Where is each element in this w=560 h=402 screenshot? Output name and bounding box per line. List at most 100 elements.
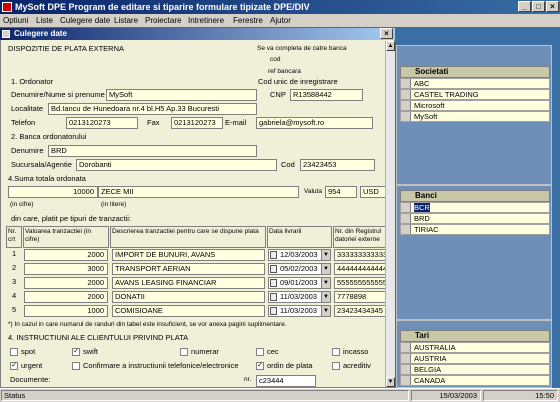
- dropdown-arrow-icon[interactable]: ▼: [321, 306, 330, 316]
- in-letters-label: (in litere): [101, 201, 127, 208]
- ref-label: ref bancara: [268, 68, 301, 75]
- document-nr-field[interactable]: c23444: [256, 375, 316, 387]
- name-label: Denumire/Nume si prenume: [11, 90, 105, 99]
- calendar-icon: [270, 265, 277, 273]
- row-value[interactable]: 3000: [24, 263, 108, 275]
- list-item[interactable]: TIRIAC: [400, 224, 550, 235]
- menu-intretinere[interactable]: Intretinere: [188, 15, 224, 26]
- list-item[interactable]: BRD: [400, 213, 550, 224]
- list-item[interactable]: Microsoft: [400, 100, 550, 111]
- calendar-icon: [270, 307, 277, 315]
- calendar-icon: [270, 251, 277, 259]
- name-field[interactable]: MySoft: [106, 89, 257, 101]
- checkbox-spot[interactable]: [10, 348, 18, 356]
- checkbox-urgent[interactable]: ✓: [10, 362, 18, 370]
- row-register[interactable]: 7778898: [334, 291, 389, 303]
- option-cec-label: cec: [267, 347, 279, 356]
- app-title-bar: MySoft DPE Program de editare si tiparir…: [0, 0, 560, 14]
- row-date-picker[interactable]: 11/03/2003 ▼: [268, 305, 331, 317]
- row-value[interactable]: 2000: [24, 277, 108, 289]
- cnp-label: CNP: [270, 90, 286, 99]
- list-item[interactable]: AUSTRIA: [400, 353, 550, 364]
- list-item[interactable]: AUSTRALIA: [400, 342, 550, 353]
- list-item[interactable]: BELGIA: [400, 364, 550, 375]
- row-nr: 2: [12, 263, 17, 272]
- tari-title: Tari: [400, 330, 550, 342]
- fax-field[interactable]: 0213120273: [171, 117, 223, 129]
- currency-field[interactable]: USD: [360, 186, 388, 198]
- branch-code-field[interactable]: 23423453: [300, 159, 375, 171]
- row-register[interactable]: 333333333333: [334, 249, 389, 261]
- dropdown-arrow-icon[interactable]: ▼: [321, 264, 330, 274]
- row-description[interactable]: IMPORT DE BUNURI, AVANS: [112, 249, 265, 261]
- dropdown-arrow-icon[interactable]: ▼: [321, 278, 330, 288]
- total-words-field[interactable]: ZECE MII: [98, 186, 299, 198]
- email-field[interactable]: gabriela@mysoft.ro: [256, 117, 373, 129]
- row-description[interactable]: DONATII: [112, 291, 265, 303]
- maximize-button[interactable]: □: [532, 1, 545, 12]
- fax-label: Fax: [147, 118, 160, 127]
- checkbox-incasso[interactable]: [332, 348, 340, 356]
- dropdown-arrow-icon[interactable]: ▼: [321, 292, 330, 302]
- bank-name-field[interactable]: BRD: [48, 145, 257, 157]
- status-date: 15/03/2003: [411, 390, 481, 401]
- row-description[interactable]: TRANSPORT AERIAN: [112, 263, 265, 275]
- list-item[interactable]: ABC: [400, 78, 550, 89]
- checkbox-swift[interactable]: ✓: [72, 348, 80, 356]
- row-value[interactable]: 2000: [24, 291, 108, 303]
- branch-field[interactable]: Dorobanti: [76, 159, 277, 171]
- row-value[interactable]: 2000: [24, 249, 108, 261]
- total-amount-field[interactable]: 10000: [8, 186, 98, 198]
- menu-ferestre[interactable]: Ferestre: [233, 15, 263, 26]
- row-date-picker[interactable]: 09/01/2003 ▼: [268, 277, 331, 289]
- breakdown-label: din care, platit pe tipuri de tranzactii…: [11, 214, 132, 223]
- completion-note: Se va completa de catre banca: [257, 45, 347, 52]
- minimize-button[interactable]: _: [518, 1, 531, 12]
- dropdown-arrow-icon[interactable]: ▼: [321, 250, 330, 260]
- list-item[interactable]: CANADA: [400, 375, 550, 386]
- menu-proiectare[interactable]: Proiectare: [145, 15, 181, 26]
- col-header-date: Data livrarii: [267, 226, 332, 248]
- menu-liste[interactable]: Liste: [36, 15, 53, 26]
- form-heading: DISPOZITIE DE PLATA EXTERNA: [8, 44, 124, 53]
- menu-optiuni[interactable]: Optiuni: [3, 15, 28, 26]
- close-button[interactable]: ×: [546, 1, 559, 12]
- row-register[interactable]: 444444444444: [334, 263, 389, 275]
- child-close-button[interactable]: ×: [380, 28, 393, 39]
- row-date-picker[interactable]: 11/03/2003 ▼: [268, 291, 331, 303]
- app-icon: [2, 2, 12, 12]
- total-label: 4.Suma totala ordonata: [8, 174, 86, 183]
- menu-culegere-date[interactable]: Culegere date: [60, 15, 110, 26]
- phone-field[interactable]: 0213120273: [66, 117, 138, 129]
- col-header-nr: Nr. crt: [6, 226, 22, 248]
- checkbox-numerar[interactable]: [180, 348, 188, 356]
- checkbox-cec[interactable]: [256, 348, 264, 356]
- row-date-picker[interactable]: 12/03/2003 ▼: [268, 249, 331, 261]
- checkbox-acreditiv[interactable]: [332, 362, 340, 370]
- menu-listare[interactable]: Listare: [114, 15, 138, 26]
- option-swift-label: swift: [83, 347, 98, 356]
- list-item[interactable]: MySoft: [400, 111, 550, 122]
- checkbox-confirmation[interactable]: [72, 362, 80, 370]
- scroll-down-icon[interactable]: ▼: [386, 377, 395, 387]
- row-register[interactable]: 555555555555: [334, 277, 389, 289]
- list-item[interactable]: BCR: [400, 202, 550, 213]
- row-register[interactable]: 23423434345: [334, 305, 389, 317]
- scroll-up-icon[interactable]: ▲: [386, 41, 395, 51]
- list-item[interactable]: CASTEL TRADING: [400, 89, 550, 100]
- row-date-picker[interactable]: 05/02/2003 ▼: [268, 263, 331, 275]
- in-figures-label: (in cifre): [10, 201, 34, 208]
- row-value[interactable]: 1000: [24, 305, 108, 317]
- row-description[interactable]: AVANS LEASING FINANCIAR: [112, 277, 265, 289]
- address-field[interactable]: Bd.Iancu de Hunedoara nr.4 bl.H5 Ap.33 B…: [48, 103, 257, 115]
- societati-title: Societati: [400, 66, 550, 78]
- cnp-field[interactable]: R13588442: [290, 89, 363, 101]
- menu-ajutor[interactable]: Ajutor: [270, 15, 291, 26]
- currency-code-field[interactable]: 954: [325, 186, 357, 198]
- col-header-value: Valoarea tranzactiei (in cifre): [23, 226, 109, 248]
- row-description[interactable]: COMISIOANE: [112, 305, 265, 317]
- form-scrollbar[interactable]: ▲ ▼: [385, 41, 395, 387]
- row-nr: 4: [12, 291, 17, 300]
- row-nr: 3: [12, 277, 17, 286]
- checkbox-payment-order[interactable]: ✓: [256, 362, 264, 370]
